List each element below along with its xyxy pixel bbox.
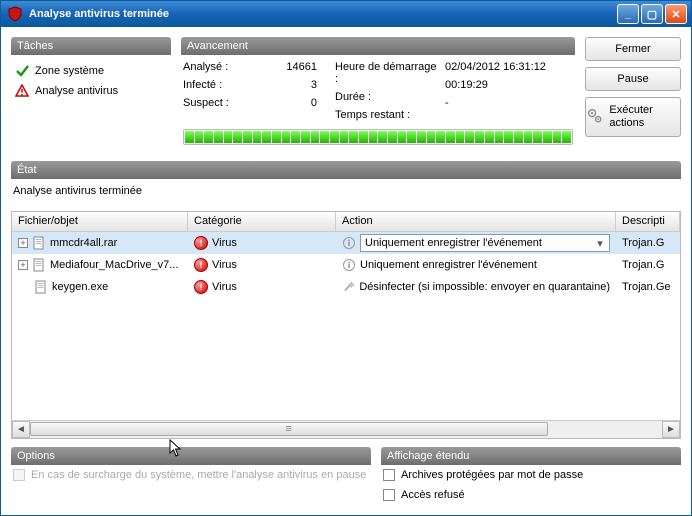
warning-icon [15,84,29,98]
state-text: Analyse antivirus terminée [11,179,681,203]
progress-panel: Avancement Analysé : Infecté : Suspect :… [181,37,575,151]
state-panel: État Analyse antivirus terminée [11,159,681,203]
action-value: Désinfecter (si impossible: envoyer en q… [359,281,610,293]
action-value: Uniquement enregistrer l'événement [365,237,593,249]
task-antivirus[interactable]: Analyse antivirus [13,81,169,101]
app-shield-icon [7,6,23,22]
remaining-label: Temps restant : [335,109,441,121]
protected-archives-row[interactable]: Archives protégées par mot de passe [381,465,681,485]
category-label: Virus [212,281,237,293]
access-denied-checkbox[interactable] [383,489,395,501]
action-buttons: Fermer Pause Exécuter actions [585,37,681,151]
start-label: Heure de démarrage : [335,61,441,85]
progress-header: Avancement [181,37,575,55]
titlebar: Analyse antivirus terminée _ ▢ ✕ [1,1,691,27]
expand-icon[interactable]: + [18,238,28,248]
file-name: keygen.exe [52,281,108,293]
start-value: 02/04/2012 16:31:12 [445,61,573,73]
gears-icon [586,107,603,127]
minimize-button[interactable]: _ [617,4,639,24]
duration-value: 00:19:29 [445,79,573,91]
task-label: Zone système [35,65,104,77]
duration-label: Durée : [335,91,441,103]
options-header: Options [11,447,371,465]
check-icon [15,64,29,78]
action-select[interactable]: Uniquement enregistrer l'événement▾ [360,234,610,252]
description-value: Trojan.G [622,237,664,249]
pause-on-overload-label: En cas de surcharge du système, mettre l… [31,469,366,481]
suspect-value: 0 [257,97,317,109]
scanned-label: Analysé : [183,61,253,73]
virus-icon: ! [194,280,208,294]
pause-on-overload-checkbox [13,469,25,481]
execute-actions-button[interactable]: Exécuter actions [585,97,681,137]
col-description[interactable]: Descripti [616,212,680,231]
close-button[interactable]: Fermer [585,37,681,61]
grid-header: Fichier/objet Catégorie Action Descripti [12,212,680,232]
action-icon [342,236,356,250]
results-grid: Fichier/objet Catégorie Action Descripti… [11,211,681,439]
action-value: Uniquement enregistrer l'événement [360,259,537,271]
scroll-track[interactable]: ≡ [30,421,662,438]
expand-icon[interactable]: + [18,260,28,270]
scroll-right-button[interactable]: ► [662,421,680,438]
extended-header: Affichage étendu [381,447,681,465]
file-icon [34,280,48,294]
action-icon [342,258,356,272]
file-icon [32,236,46,250]
task-label: Analyse antivirus [35,85,118,97]
virus-icon: ! [194,236,208,250]
remaining-value: - [445,97,573,109]
col-file[interactable]: Fichier/objet [12,212,188,231]
maximize-button[interactable]: ▢ [641,4,663,24]
category-label: Virus [212,237,237,249]
progress-bar [183,129,573,145]
task-system-zone[interactable]: Zone système [13,61,169,81]
access-denied-label: Accès refusé [401,489,465,501]
pause-on-overload-row: En cas de surcharge du système, mettre l… [11,465,371,485]
content-area: Tâches Zone système Analyse antivirus [1,27,691,515]
app-window: Analyse antivirus terminée _ ▢ ✕ Tâches … [0,0,692,516]
action-icon [342,280,355,294]
protected-archives-checkbox[interactable] [383,469,395,481]
scanned-value: 14661 [257,61,317,73]
access-denied-row[interactable]: Accès refusé [381,485,681,505]
virus-icon: ! [194,258,208,272]
state-header: État [11,161,681,179]
scroll-left-button[interactable]: ◄ [12,421,30,438]
col-category[interactable]: Catégorie [188,212,336,231]
table-row[interactable]: keygen.exe! Virus Désinfecter (si impossib… [12,276,680,298]
top-row: Tâches Zone système Analyse antivirus [11,37,681,151]
extended-display-panel: Affichage étendu Archives protégées par … [381,447,681,505]
horizontal-scrollbar: ◄ ≡ ► [12,420,680,438]
file-name: mmcdr4all.rar [50,237,117,249]
suspect-label: Suspect : [183,97,253,109]
scroll-thumb[interactable]: ≡ [30,422,548,436]
table-row[interactable]: + Mediafour_MacDrive_v7...! Virus Uniquemen… [12,254,680,276]
description-value: Trojan.Ge [622,281,671,293]
category-label: Virus [212,259,237,271]
chevron-down-icon[interactable]: ▾ [593,237,607,250]
pause-button[interactable]: Pause [585,67,681,91]
bottom-row: Options En cas de surcharge du système, … [11,447,681,505]
col-action[interactable]: Action [336,212,616,231]
options-panel: Options En cas de surcharge du système, … [11,447,371,505]
window-title: Analyse antivirus terminée [29,8,615,20]
table-row[interactable]: + mmcdr4all.rar! Virus Uniquement enregistr… [12,232,680,254]
protected-archives-label: Archives protégées par mot de passe [401,469,583,481]
file-icon [32,258,46,272]
tasks-panel: Tâches Zone système Analyse antivirus [11,37,171,151]
infected-value: 3 [257,79,317,91]
tasks-header: Tâches [11,37,171,55]
infected-label: Infecté : [183,79,253,91]
description-value: Trojan.G [622,259,664,271]
file-name: Mediafour_MacDrive_v7... [50,259,178,271]
window-close-button[interactable]: ✕ [665,4,687,24]
